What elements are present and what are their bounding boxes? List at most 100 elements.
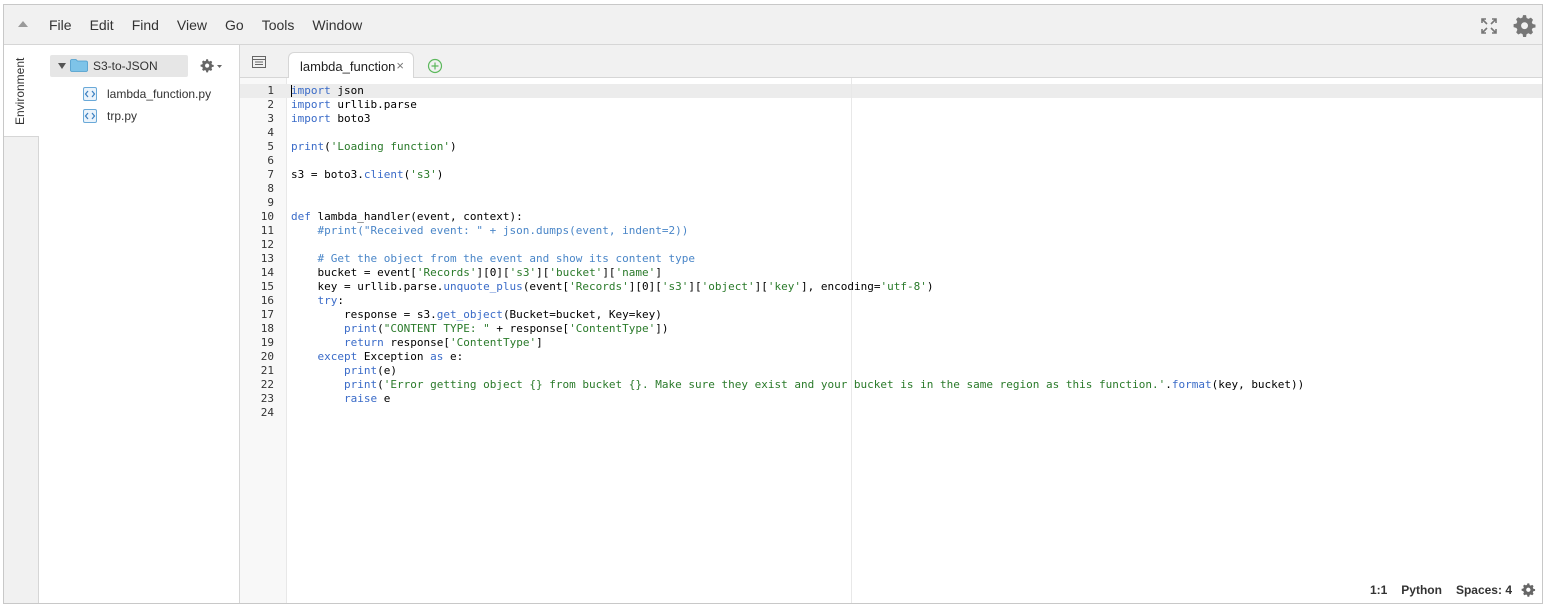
line-number: 13 [260, 252, 274, 265]
code-line: 11 #print("Received event: " + json.dump… [240, 224, 1542, 238]
line-number: 2 [267, 98, 274, 111]
expand-arrow-icon[interactable] [58, 63, 66, 69]
line-number: 3 [267, 112, 274, 125]
line-number: 24 [260, 406, 274, 419]
environment-tab[interactable]: Environment [4, 45, 39, 137]
menu-file[interactable]: File [49, 17, 72, 33]
code-line: 4 [240, 126, 1542, 140]
status-bar: 1:1 Python Spaces: 4 [1356, 582, 1536, 598]
code-text: import urllib.parse [291, 98, 417, 111]
code-line: 20 except Exception as e: [240, 350, 1542, 364]
line-number: 4 [267, 126, 274, 139]
indent-setting[interactable]: Spaces: 4 [1456, 583, 1512, 597]
code-line: 17 response = s3.get_object(Bucket=bucke… [240, 308, 1542, 322]
code-line: 21 print(e) [240, 364, 1542, 378]
code-line: 8 [240, 182, 1542, 196]
code-line: 2 import urllib.parse [240, 98, 1542, 112]
line-number: 14 [260, 266, 274, 279]
line-number: 20 [260, 350, 274, 363]
line-number: 5 [267, 140, 274, 153]
line-number: 9 [267, 196, 274, 209]
ide-window: File Edit Find View Go Tools Window Envi… [3, 4, 1543, 604]
code-line: 13 # Get the object from the event and s… [240, 252, 1542, 266]
code-line: 10 def lambda_handler(event, context): [240, 210, 1542, 224]
code-text: def lambda_handler(event, context): [291, 210, 523, 223]
code-text: raise e [343, 392, 391, 405]
code-text: print('Error getting object {} from buck… [343, 378, 1305, 391]
code-line: 18 print("CONTENT TYPE: " + response['Co… [240, 322, 1542, 336]
menu-items: File Edit Find View Go Tools Window [49, 17, 380, 33]
editor-tab-bar: lambda_function × [240, 45, 1542, 79]
tabs-menu-icon[interactable] [252, 56, 266, 68]
code-text: print(e) [343, 364, 397, 377]
line-number: 19 [260, 336, 274, 349]
preferences-gear-icon[interactable] [1511, 13, 1537, 39]
tree-root-folder[interactable]: S3-to-JSON [50, 55, 188, 77]
code-text: import boto3 [291, 112, 371, 125]
menu-edit[interactable]: Edit [90, 17, 114, 33]
code-line: 5 print('Loading function') [240, 140, 1542, 154]
tree-file-trp[interactable]: trp.py [83, 108, 233, 126]
code-text: bucket = event['Records'][0]['s3']['buck… [291, 266, 662, 279]
folder-icon [70, 59, 88, 72]
collapse-menu-icon[interactable] [18, 21, 28, 27]
code-text: key = urllib.parse.unquote_plus(event['R… [291, 280, 934, 293]
language-mode[interactable]: Python [1401, 583, 1442, 597]
code-line: 23 raise e [240, 392, 1542, 406]
menu-bar: File Edit Find View Go Tools Window [4, 5, 1542, 45]
line-number: 15 [260, 280, 274, 293]
menu-tools[interactable]: Tools [262, 17, 295, 33]
code-line: 16 try: [240, 294, 1542, 308]
editor-settings-gear-icon[interactable] [1520, 582, 1536, 598]
code-text: s3 = boto3.client('s3') [291, 168, 444, 181]
menu-go[interactable]: Go [225, 17, 244, 33]
tab-lambda-function[interactable]: lambda_function × [288, 52, 414, 79]
menu-window[interactable]: Window [312, 17, 362, 33]
line-number: 22 [260, 378, 274, 391]
line-number: 6 [267, 154, 274, 167]
code-lines: 1 import json 2 import urllib.parse 3 import … [240, 84, 1542, 420]
new-tab-plus-icon[interactable] [427, 58, 443, 74]
code-line: 15 key = urllib.parse.unquote_plus(event… [240, 280, 1542, 294]
line-number: 23 [260, 392, 274, 405]
line-number: 8 [267, 182, 274, 195]
menu-find[interactable]: Find [132, 17, 159, 33]
code-line: 14 bucket = event['Records'][0]['s3']['b… [240, 266, 1542, 280]
code-editor[interactable]: 1 import json 2 import urllib.parse 3 import … [240, 78, 1542, 603]
line-number: 1 [267, 84, 274, 97]
code-line: 7 s3 = boto3.client('s3') [240, 168, 1542, 182]
code-line: 6 [240, 154, 1542, 168]
python-file-icon [83, 87, 97, 101]
menu-view[interactable]: View [177, 17, 207, 33]
fullscreen-icon[interactable] [1480, 17, 1498, 35]
code-line: 12 [240, 238, 1542, 252]
close-tab-icon[interactable]: × [396, 58, 404, 73]
line-number: 11 [260, 224, 274, 237]
side-panel-strip: Environment [4, 45, 39, 603]
tree-file-label: lambda_function.py [107, 87, 212, 101]
line-number: 7 [267, 168, 274, 181]
line-number: 16 [260, 294, 274, 307]
python-file-icon [83, 109, 97, 123]
code-text: except Exception as e: [317, 350, 464, 363]
tree-file-lambda-function[interactable]: lambda_function.py [83, 86, 233, 104]
code-line: 22 print('Error getting object {} from b… [240, 378, 1542, 392]
file-tree: S3-to-JSON lambda_function.py trp.py [39, 45, 240, 603]
code-text: response = s3.get_object(Bucket=bucket, … [291, 308, 662, 321]
line-number: 10 [260, 210, 274, 223]
code-text: print("CONTENT TYPE: " + response['Conte… [343, 322, 669, 335]
code-line: 9 [240, 196, 1542, 210]
tree-root-label: S3-to-JSON [93, 59, 158, 73]
cursor-position[interactable]: 1:1 [1370, 583, 1387, 597]
line-number: 17 [260, 308, 274, 321]
line-number: 21 [260, 364, 274, 377]
tree-settings-gear-icon[interactable] [199, 57, 223, 75]
tree-file-label: trp.py [107, 109, 138, 123]
line-number: 18 [260, 322, 274, 335]
code-line: 1 import json [240, 84, 1542, 98]
code-line: 24 [240, 406, 1542, 420]
code-line: 19 return response['ContentType'] [240, 336, 1542, 350]
code-text: #print("Received event: " + json.dumps(e… [291, 224, 689, 237]
environment-tab-label: Environment [13, 57, 27, 125]
tab-label: lambda_function [300, 59, 396, 74]
